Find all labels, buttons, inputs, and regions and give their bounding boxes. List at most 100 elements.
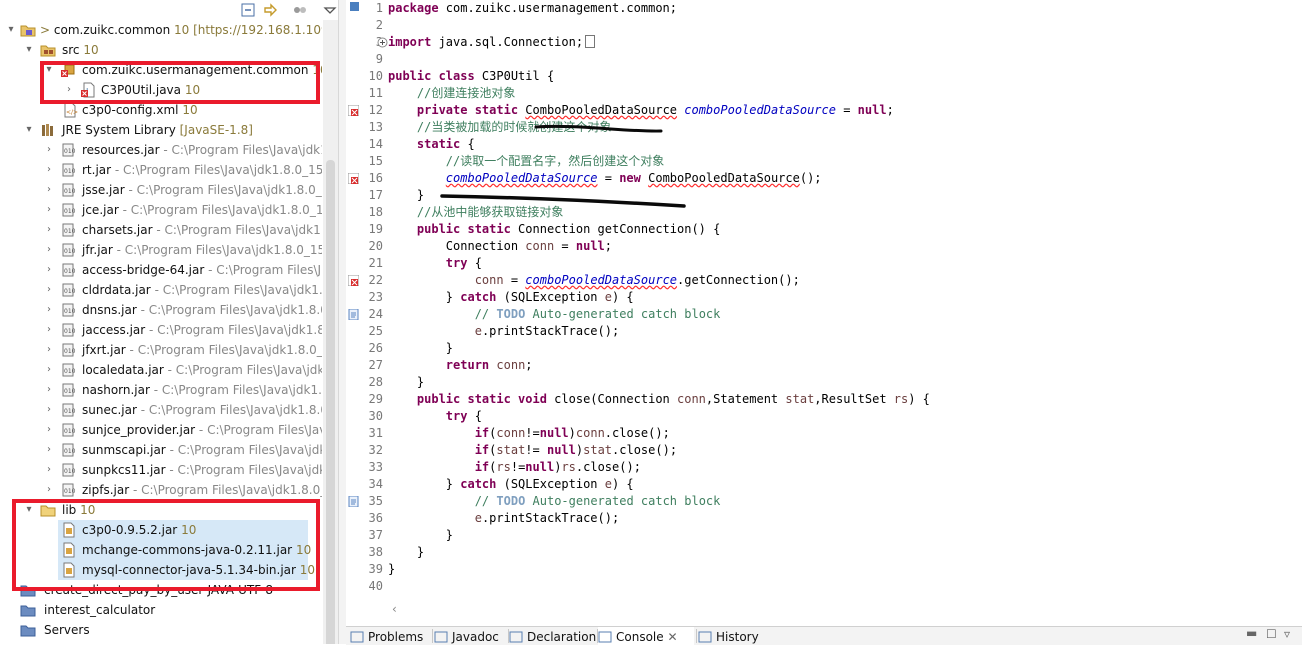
tree-item-java-file[interactable]: › J C3P0Util.java 10 (0, 80, 322, 100)
chevron-right-icon[interactable]: › (44, 260, 54, 280)
tree-item-jar[interactable]: › 010 localedata.jar - C:\Program Files\Ja… (0, 360, 322, 380)
chevron-right-icon[interactable]: › (44, 480, 54, 500)
chevron-right-icon[interactable]: › (44, 420, 54, 440)
jar-name: jsse.jar (82, 183, 125, 197)
code-editor[interactable]: 1239101112131415161718192021222324252627… (346, 0, 1302, 645)
chevron-right-icon[interactable]: › (44, 340, 54, 360)
chevron-right-icon[interactable]: › (44, 360, 54, 380)
code-line: static { (416, 137, 475, 151)
tree-item-lib-jar[interactable]: c3p0-0.9.5.2.jar 10 (58, 520, 308, 540)
jar-icon: 010 (62, 163, 76, 177)
chevron-right-icon[interactable]: › (44, 380, 54, 400)
line-number: 12 (368, 103, 383, 117)
project-folder-icon (20, 625, 36, 637)
tab-problems[interactable]: Problems (350, 627, 430, 645)
line-number-gutter: 1239101112131415161718192021222324252627… (348, 0, 388, 600)
error-marker-icon[interactable] (348, 105, 359, 116)
task-marker-icon[interactable] (348, 496, 359, 507)
close-icon[interactable]: ✕ (667, 630, 677, 644)
tree-item-other-project[interactable]: interest_calculator (0, 600, 322, 620)
tree-item-jar[interactable]: › 010 resources.jar - C:\Program Files\Jav… (0, 140, 322, 160)
tab-javadoc[interactable]: Javadoc (434, 627, 506, 645)
tree-item-jar[interactable]: › 010 nashorn.jar - C:\Program Files\Java\… (0, 380, 322, 400)
tree-item-src[interactable]: ▾ src 10 (0, 40, 322, 60)
tree-item-jar[interactable]: › 010 rt.jar - C:\Program Files\Java\jdk1.… (0, 160, 322, 180)
tree-item-jar[interactable]: › 010 zipfs.jar - C:\Program Files\Java\jd… (0, 480, 322, 500)
editor-horizontal-scrollbar[interactable]: ‹ (388, 600, 1300, 620)
project-decoration: 10 [https://192.168.1.109: (174, 23, 322, 37)
chevron-down-icon[interactable]: ▾ (24, 40, 34, 60)
jar-name: jfxrt.jar (82, 343, 126, 357)
tree-item-jar[interactable]: › 010 jfr.jar - C:\Program Files\Java\jdk1… (0, 240, 322, 260)
view-menu-icon[interactable]: ▿ (1284, 627, 1290, 641)
svg-text:010: 010 (64, 188, 76, 195)
tree-item-other-project[interactable]: Servers (0, 620, 322, 640)
tree-item-other-project[interactable]: create_direct_pay_by_user-JAVA-UTF-8 (0, 580, 322, 600)
scrollbar-thumb[interactable] (326, 160, 335, 644)
chevron-down-icon[interactable]: ▾ (44, 60, 54, 80)
chevron-right-icon[interactable]: › (44, 300, 54, 320)
chevron-right-icon[interactable]: › (44, 400, 54, 420)
maximize-icon[interactable]: ☐ (1266, 627, 1277, 641)
chevron-right-icon[interactable]: › (44, 460, 54, 480)
chevron-right-icon[interactable]: › (44, 320, 54, 340)
chevron-right-icon[interactable]: › (44, 280, 54, 300)
jar-icon: 010 (62, 423, 76, 437)
chevron-right-icon[interactable]: › (44, 240, 54, 260)
code-area[interactable]: package com.zuikc.usermanagement.common;… (388, 0, 1288, 600)
tree-item-jar[interactable]: › 010 access-bridge-64.jar - C:\Program Fi… (0, 260, 322, 280)
tree-item-jar[interactable]: › 010 jaccess.jar - C:\Program Files\Java\… (0, 320, 322, 340)
java-file-name: C3P0Util.java (101, 83, 181, 97)
chevron-left-icon[interactable]: ‹ (392, 602, 406, 616)
tree-item-lib[interactable]: ▾ lib 10 (0, 500, 322, 520)
chevron-down-icon[interactable]: ▾ (24, 120, 34, 140)
tree-item-jar[interactable]: › 010 sunec.jar - C:\Program Files\Java\jd… (0, 400, 322, 420)
chevron-right-icon[interactable]: › (64, 80, 74, 100)
tree-item-jar[interactable]: › 010 charsets.jar - C:\Program Files\Java… (0, 220, 322, 240)
tree-item-lib-jar[interactable]: mysql-connector-java-5.1.34-bin.jar 10 (58, 560, 315, 580)
tree-item-jre[interactable]: ▾ JRE System Library [JavaSE-1.8] (0, 120, 322, 140)
chevron-down-icon[interactable]: ▾ (6, 20, 16, 40)
tree-item-jar[interactable]: › 010 sunmscapi.jar - C:\Program Files\Jav… (0, 440, 322, 460)
chevron-right-icon[interactable]: › (44, 220, 54, 240)
tree-item-xml-file[interactable]: </> c3p0-config.xml 10 (0, 100, 322, 120)
tree-item-jar[interactable]: › 010 sunpkcs11.jar - C:\Program Files\Jav… (0, 460, 322, 480)
tree-item-jar[interactable]: › 010 sunjce_provider.jar - C:\Program Fil… (0, 420, 322, 440)
code-line: if(stat!= null)stat.close(); (474, 443, 678, 457)
collapse-all-icon[interactable] (240, 2, 256, 18)
line-number: 27 (368, 358, 383, 372)
tree-item-jar[interactable]: › 010 jsse.jar - C:\Program Files\Java\jdk… (0, 180, 322, 200)
fold-expand-icon[interactable] (377, 37, 388, 48)
line-number: 40 (368, 579, 383, 593)
code-line: package com.zuikc.usermanagement.common; (388, 1, 677, 15)
svg-text:010: 010 (64, 468, 76, 475)
tree-item-jar[interactable]: › 010 cldrdata.jar - C:\Program Files\Java… (0, 280, 322, 300)
chevron-down-icon[interactable]: ▾ (24, 500, 34, 520)
lib-jar-decoration: 10 (295, 543, 312, 557)
tab-console[interactable]: Console ✕ (598, 627, 694, 645)
tab-declaration[interactable]: Declaration (509, 627, 596, 645)
chevron-down-icon[interactable] (322, 2, 338, 18)
chevron-right-icon[interactable]: › (44, 440, 54, 460)
chevron-right-icon[interactable]: › (44, 180, 54, 200)
tree-item-package[interactable]: ▾ com.zuikc.usermanagement.common 10 (0, 60, 322, 80)
code-line: } (388, 188, 425, 202)
jar-icon: 010 (62, 483, 76, 497)
view-menu-icon[interactable] (292, 2, 308, 18)
tree-item-jar[interactable]: › 010 jfxrt.jar - C:\Program Files\Java\jd… (0, 340, 322, 360)
error-marker-icon[interactable] (348, 173, 359, 184)
link-with-editor-icon[interactable] (262, 2, 278, 18)
explorer-scrollbar[interactable] (323, 20, 338, 644)
minimize-icon[interactable]: ▬ (1246, 626, 1257, 640)
task-marker-icon[interactable] (348, 309, 359, 320)
tree-item-jar[interactable]: › 010 jce.jar - C:\Program Files\Java\jdk1… (0, 200, 322, 220)
chevron-right-icon[interactable]: › (44, 140, 54, 160)
jar-icon: 010 (62, 343, 76, 357)
tree-item-lib-jar[interactable]: mchange-commons-java-0.2.11.jar 10 (58, 540, 312, 560)
tree-item-project[interactable]: ▾ > com.zuikc.common 10 [https://192.168… (0, 20, 322, 40)
chevron-right-icon[interactable]: › (44, 160, 54, 180)
tree-item-jar[interactable]: › 010 dnsns.jar - C:\Program Files\Java\jd… (0, 300, 322, 320)
chevron-right-icon[interactable]: › (44, 200, 54, 220)
error-marker-icon[interactable] (348, 275, 359, 286)
tab-history[interactable]: History (698, 627, 768, 645)
